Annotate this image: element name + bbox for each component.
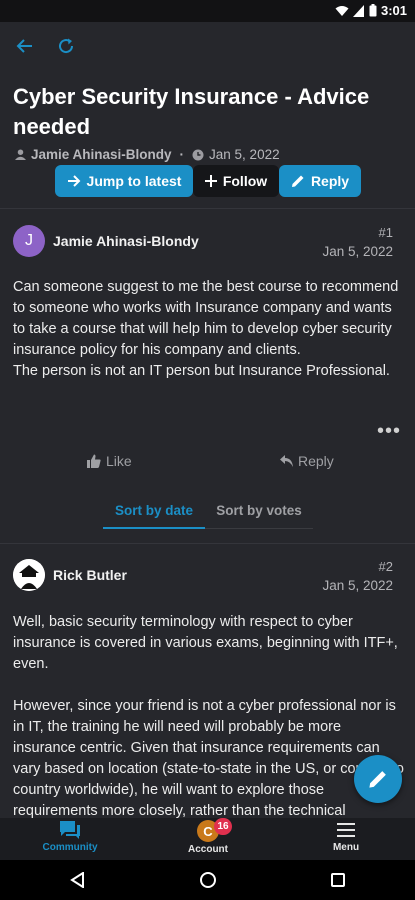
post-reactions: Like Reply (0, 453, 415, 475)
post-body: Well, basic security terminology with re… (13, 614, 404, 818)
plus-icon (204, 175, 217, 187)
meta-separator: · (179, 147, 185, 162)
compose-fab[interactable] (354, 755, 402, 803)
arrow-right-icon (67, 175, 80, 187)
bottom-nav: Community C 16 Account Menu (0, 818, 415, 860)
post-author[interactable]: Rick Butler (53, 567, 127, 583)
post-date: Jan 5, 2022 (322, 244, 393, 259)
post-reply-button[interactable]: Reply (280, 453, 334, 469)
follow-button[interactable]: Follow (193, 165, 279, 197)
post-reply-label: Reply (298, 453, 334, 469)
pencil-icon (291, 175, 304, 187)
post-number: #2 (378, 559, 393, 574)
reply-label: Reply (310, 173, 350, 189)
post-number: #1 (378, 225, 393, 240)
pencil-icon (369, 771, 386, 788)
wifi-icon (335, 5, 349, 16)
back-button[interactable] (13, 34, 37, 58)
clock-icon (192, 149, 204, 160)
circle-home-icon (200, 872, 216, 888)
status-time: 3:01 (380, 3, 407, 18)
tab-sort-by-date[interactable]: Sort by date (103, 493, 205, 529)
follow-label: Follow (222, 173, 268, 189)
system-nav-bar (0, 860, 415, 900)
system-recents-button[interactable] (328, 870, 348, 890)
menu-icon (337, 823, 355, 837)
rick-avatar-icon (13, 559, 45, 591)
topic-meta: Jamie Ahinasi-Blondy · Jan 5, 2022 (15, 147, 280, 162)
square-recents-icon (331, 873, 345, 887)
reply-button[interactable]: Reply (279, 165, 361, 197)
nav-community-label: Community (42, 842, 98, 853)
post-header: J Jamie Ahinasi-Blondy #1 Jan 5, 2022 (13, 225, 403, 275)
reply-icon (280, 455, 293, 467)
user-icon (15, 149, 26, 160)
nav-account-label: Account (188, 844, 228, 855)
top-bar (0, 22, 415, 70)
nav-menu[interactable]: Menu (296, 820, 396, 853)
refresh-icon (59, 38, 74, 54)
status-bar: 3:01 (0, 0, 415, 22)
nav-menu-label: Menu (332, 842, 360, 853)
more-icon[interactable]: ••• (377, 420, 401, 443)
post-header: Rick Butler #2 Jan 5, 2022 (13, 559, 403, 609)
jump-to-latest-button[interactable]: Jump to latest (55, 165, 193, 197)
back-arrow-icon (16, 39, 32, 53)
post-body: Can someone suggest to me the best cours… (13, 279, 399, 379)
avatar[interactable]: J (13, 225, 45, 257)
nav-account[interactable]: C 16 Account (158, 818, 258, 855)
topic-date: Jan 5, 2022 (209, 147, 280, 162)
chat-icon (60, 821, 80, 839)
post-date: Jan 5, 2022 (322, 578, 393, 593)
refresh-button[interactable] (54, 34, 78, 58)
thumbs-up-icon (87, 454, 101, 468)
topic-author[interactable]: Jamie Ahinasi-Blondy (31, 147, 172, 162)
battery-icon (369, 4, 377, 17)
topic-actions: Jump to latest Follow Reply (55, 165, 361, 197)
post-author[interactable]: Jamie Ahinasi-Blondy (53, 233, 199, 249)
system-home-button[interactable] (198, 870, 218, 890)
topic-title: Cyber Security Insurance - Advice needed (13, 84, 370, 139)
avatar[interactable] (13, 559, 45, 591)
jump-label: Jump to latest (86, 173, 182, 189)
sort-tabs: Sort by date Sort by votes (103, 493, 313, 529)
divider (0, 543, 415, 544)
system-back-button[interactable] (68, 870, 88, 890)
nav-community[interactable]: Community (20, 820, 120, 853)
triangle-back-icon (70, 872, 84, 888)
notification-badge: 16 (214, 818, 232, 835)
tab-sort-by-votes[interactable]: Sort by votes (205, 493, 313, 529)
signal-icon (352, 4, 364, 17)
like-button[interactable]: Like (87, 453, 132, 469)
divider (0, 208, 415, 209)
like-label: Like (106, 453, 132, 469)
